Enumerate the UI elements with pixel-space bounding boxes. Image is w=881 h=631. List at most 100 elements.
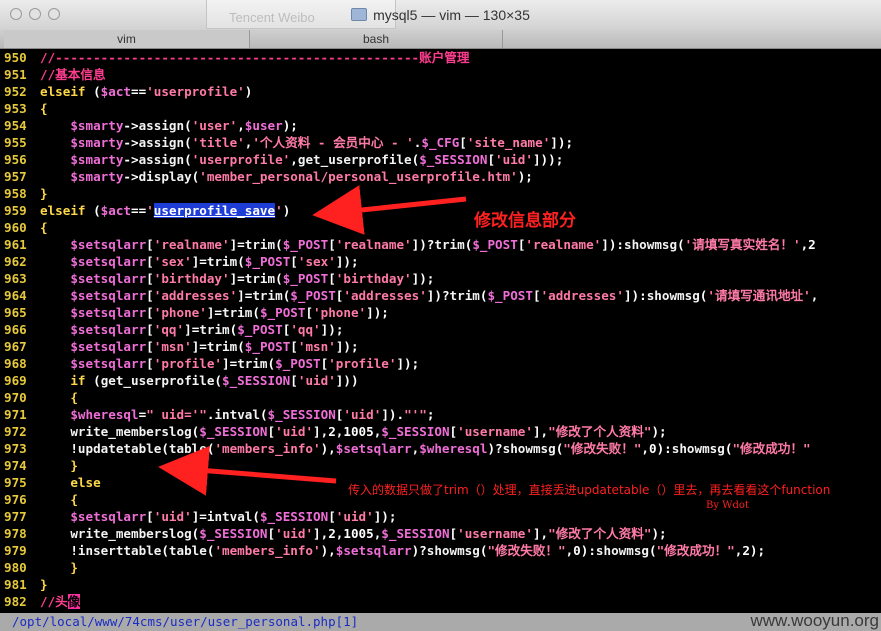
code-token: assign xyxy=(138,135,185,150)
code-line[interactable]: 972 write_memberslog($_SESSION['uid'],2,… xyxy=(0,423,881,440)
code-line[interactable]: 980 } xyxy=(0,559,881,576)
code-line[interactable]: 953 { xyxy=(0,100,881,117)
line-number: 967 xyxy=(4,339,27,354)
line-number: 952 xyxy=(4,84,27,99)
line-number: 976 xyxy=(4,492,27,507)
code-token: 'qq' xyxy=(153,322,185,337)
line-number: 963 xyxy=(4,271,27,286)
line-number: 951 xyxy=(4,67,27,82)
code-token: 'birthday' xyxy=(335,271,412,286)
line-number: 950 xyxy=(4,50,27,65)
code-token: ]= xyxy=(229,237,245,252)
code-token: $setsqlarr xyxy=(70,509,147,524)
code-line[interactable]: 959 elseif ($act=='userprofile_save') xyxy=(0,202,881,219)
code-line[interactable]: 974 } xyxy=(0,457,881,474)
code-token: -> xyxy=(123,135,139,150)
code-line[interactable]: 958} xyxy=(0,185,881,202)
code-line[interactable]: 982 //头像 xyxy=(0,593,881,610)
code-token: trim xyxy=(199,322,230,337)
code-token: $act xyxy=(100,203,132,218)
code-token: $setsqlarr xyxy=(335,543,412,558)
code-line[interactable]: 970 { xyxy=(0,389,881,406)
code-token: ,2 xyxy=(800,237,816,252)
code-line[interactable]: 971 $wheresql=" uid='".intval($_SESSION[… xyxy=(0,406,881,423)
code-line[interactable]: 951 //基本信息 xyxy=(0,66,881,83)
code-line[interactable]: 979 !inserttable(table('members_info'),$… xyxy=(0,542,881,559)
code-token: ]): xyxy=(623,288,647,303)
code-token: ); xyxy=(651,424,667,439)
code-line[interactable]: 955 $smarty->assign('title','个人资料 - 会员中心… xyxy=(0,134,881,151)
code-token: } xyxy=(40,577,48,592)
code-line[interactable]: 968 $setsqlarr['profile']=trim($_POST['p… xyxy=(0,355,881,372)
code-token: ) xyxy=(282,203,291,218)
code-token: } xyxy=(70,560,78,575)
code-line[interactable]: 978 write_memberslog($_SESSION['uid'],2,… xyxy=(0,525,881,542)
code-token: //--------------------------------------… xyxy=(40,50,470,65)
code-token: ) xyxy=(244,84,253,99)
code-token: -> xyxy=(123,169,139,184)
code-token: table xyxy=(168,441,207,456)
code-line[interactable]: 973 !updatetable(table('members_info'),$… xyxy=(0,440,881,457)
code-token: ]= xyxy=(222,356,238,371)
code-token: ]= xyxy=(191,254,207,269)
code-token: 'uid' xyxy=(275,526,314,541)
code-token: [ xyxy=(328,271,336,286)
code-token: trim xyxy=(434,237,465,252)
code-token: $setsqlarr xyxy=(70,322,147,337)
tab-bash[interactable]: bash xyxy=(250,30,503,48)
line-number: 973 xyxy=(4,441,27,456)
code-token: $_SESSION xyxy=(419,152,488,167)
vim-editor[interactable]: 950 //-----------------------------------… xyxy=(0,49,881,613)
code-token: get_userprofile xyxy=(297,152,412,167)
code-line[interactable]: 956 $smarty->assign('userprofile',get_us… xyxy=(0,151,881,168)
code-line[interactable]: 965 $setsqlarr['phone']=trim($_POST['pho… xyxy=(0,304,881,321)
code-line[interactable]: 954 $smarty->assign('user',$user); xyxy=(0,117,881,134)
code-line[interactable]: 961 $setsqlarr['realname']=trim($_POST['… xyxy=(0,236,881,253)
code-token: trim xyxy=(206,254,238,269)
code-token: ]= xyxy=(237,288,253,303)
code-token: 'uid' xyxy=(153,509,192,524)
code-token: } xyxy=(70,458,78,473)
code-line[interactable]: 967 $setsqlarr['msn']=trim($_POST['msn']… xyxy=(0,338,881,355)
code-line[interactable]: 969 if (get_userprofile($_SESSION['uid']… xyxy=(0,372,881,389)
code-token: "修改了个人资料" xyxy=(548,424,652,439)
code-line[interactable]: 950 //-----------------------------------… xyxy=(0,49,881,66)
line-number: 955 xyxy=(4,135,27,150)
code-token: ); xyxy=(282,118,298,133)
code-token: trim xyxy=(252,288,283,303)
code-token: $_POST xyxy=(244,254,291,269)
code-token: ]= xyxy=(191,339,207,354)
code-line[interactable]: 957 $smarty->display('member_personal/pe… xyxy=(0,168,881,185)
code-line[interactable]: 963 $setsqlarr['birthday']=trim($_POST['… xyxy=(0,270,881,287)
window-title: mysql5 — vim — 130×35 xyxy=(0,0,881,30)
code-token: ( xyxy=(677,237,685,252)
code-token: $setsqlarr xyxy=(70,339,147,354)
folder-icon xyxy=(351,8,368,21)
code-line[interactable]: 952 elseif ($act=='userprofile') xyxy=(0,83,881,100)
code-token: if xyxy=(70,373,86,388)
code-token: [ xyxy=(146,288,154,303)
line-number: 964 xyxy=(4,288,27,303)
code-token: trim xyxy=(222,305,253,320)
tab-vim[interactable]: vim xyxy=(4,30,250,48)
code-line[interactable]: 964 $setsqlarr['addresses']=trim($_POST[… xyxy=(0,287,881,304)
code-token: "修改成功！" xyxy=(656,543,735,558)
code-token: ], xyxy=(532,526,549,541)
code-token: $smarty xyxy=(70,152,124,167)
code-line[interactable]: 966 $setsqlarr['qq']=trim($_POST['qq']); xyxy=(0,321,881,338)
code-token: [ xyxy=(267,424,276,439)
code-line[interactable]: 962 $setsqlarr['sex']=trim($_POST['sex']… xyxy=(0,253,881,270)
code-token: 'realname' xyxy=(335,237,412,252)
code-token: -> xyxy=(123,118,139,133)
code-token: $_SESSION xyxy=(381,424,450,439)
code-line[interactable]: 960 { xyxy=(0,219,881,236)
code-token: ])) xyxy=(335,373,359,388)
code-token: 'msn' xyxy=(297,339,336,354)
code-line[interactable]: 981} xyxy=(0,576,881,593)
